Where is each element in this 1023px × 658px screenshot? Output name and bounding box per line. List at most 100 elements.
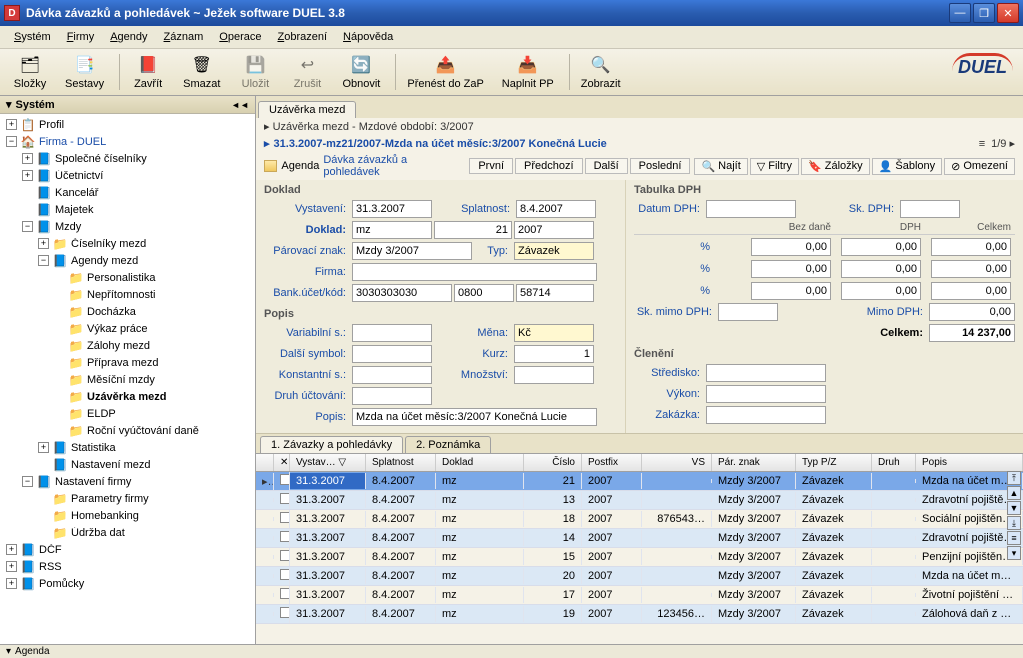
collapse-icon[interactable]: − <box>22 221 33 232</box>
checkbox[interactable] <box>280 550 290 561</box>
expand-icon[interactable]: + <box>22 170 33 181</box>
col-header[interactable]: Postfix <box>582 454 642 471</box>
menu-operace[interactable]: Operace <box>211 29 269 45</box>
menu-nápověda[interactable]: Nápověda <box>335 29 401 45</box>
col-header[interactable]: Popis <box>916 454 1023 471</box>
tree-item[interactable]: 📁Výkaz práce <box>0 320 255 337</box>
refresh-button[interactable]: 🔄Obnovit <box>335 51 387 93</box>
expand-icon[interactable]: + <box>38 442 49 453</box>
col-header[interactable]: Splatnost <box>366 454 436 471</box>
navigation-tree[interactable]: +📋Profil−🏠Firma - DUEL+📘Společné číselní… <box>0 114 255 644</box>
col-header[interactable]: Pár. znak <box>712 454 796 471</box>
kurz-input[interactable] <box>514 345 594 363</box>
ks-input[interactable] <box>352 366 432 384</box>
tool-šablony[interactable]: 👤Šablony <box>872 158 942 175</box>
table-row[interactable]: 31.3.20078.4.2007mz192007123456…Mzdy 3/2… <box>256 605 1023 624</box>
tree-item[interactable]: 📁Příprava mezd <box>0 354 255 371</box>
minimize-button[interactable]: — <box>949 3 971 23</box>
menu-agendy[interactable]: Agendy <box>102 29 155 45</box>
col-header[interactable]: Typ P/Z <box>796 454 872 471</box>
splatnost-input[interactable] <box>516 200 596 218</box>
menu-firmy[interactable]: Firmy <box>59 29 103 45</box>
table-row[interactable]: ▸31.3.20078.4.2007mz212007Mzdy 3/2007Záv… <box>256 472 1023 491</box>
nav-první[interactable]: První <box>469 158 513 174</box>
table-row[interactable]: 31.3.20078.4.2007mz152007Mzdy 3/2007Záva… <box>256 548 1023 567</box>
tree-item[interactable]: 📁Roční vyúčtování daně <box>0 422 255 439</box>
fill-pp-button[interactable]: 📥Naplnit PP <box>495 51 561 93</box>
tree-item[interactable]: 📘Nastavení mezd <box>0 456 255 473</box>
expand-icon[interactable]: + <box>38 238 49 249</box>
tree-item[interactable]: 📁Měsíční mzdy <box>0 371 255 388</box>
menu-záznam[interactable]: Záznam <box>156 29 212 45</box>
show-button[interactable]: 🔍Zobrazit <box>574 51 628 93</box>
mnozstvi-input[interactable] <box>514 366 594 384</box>
collapse-icon[interactable]: − <box>6 136 17 147</box>
grid-nav-icon[interactable]: ▼ <box>1007 501 1021 515</box>
checkbox[interactable] <box>280 588 290 599</box>
vystaveni-input[interactable] <box>352 200 432 218</box>
tab-uzaverka-mezd[interactable]: Uzávěrka mezd <box>258 101 356 118</box>
nav-předchozí[interactable]: Předchozí <box>515 158 583 174</box>
doklad-rok-input[interactable] <box>514 221 594 239</box>
tree-item[interactable]: 📁ELDP <box>0 405 255 422</box>
grid-tab-0[interactable]: 1. Závazky a pohledávky <box>260 436 403 453</box>
vs-input[interactable] <box>352 324 432 342</box>
tree-item[interactable]: +📋Profil <box>0 116 255 133</box>
sk-mimo-input[interactable] <box>718 303 778 321</box>
col-header[interactable]: Vystav… ▽ <box>290 454 366 471</box>
mena-input[interactable] <box>514 324 594 342</box>
expand-icon[interactable]: ▾ <box>6 646 11 657</box>
table-row[interactable]: 31.3.20078.4.2007mz182007876543…Mzdy 3/2… <box>256 510 1023 529</box>
popis-input[interactable] <box>352 408 597 426</box>
tree-item[interactable]: 📁Nepřítomnosti <box>0 286 255 303</box>
druh-input[interactable] <box>352 387 432 405</box>
checkbox[interactable] <box>280 607 290 618</box>
grid-nav-icon[interactable]: ≡ <box>1007 531 1021 545</box>
zakazka-input[interactable] <box>706 406 826 424</box>
mimo-dph-input[interactable] <box>929 303 1015 321</box>
expand-icon[interactable]: + <box>6 561 17 572</box>
tree-item[interactable]: 📁Uzávěrka mezd <box>0 388 255 405</box>
collapse-icon[interactable]: ▾ <box>6 98 12 111</box>
checkbox[interactable] <box>280 512 290 523</box>
nav-poslední[interactable]: Poslední <box>630 158 691 174</box>
parovaci-input[interactable] <box>352 242 472 260</box>
tree-item[interactable]: 📁Údržba dat <box>0 524 255 541</box>
tree-item[interactable]: −📘Agendy mezd <box>0 252 255 269</box>
bankucet-input[interactable] <box>352 284 452 302</box>
tool-filtry[interactable]: ▽Filtry <box>750 158 799 175</box>
pin-icon[interactable]: ◄◄ <box>231 100 249 110</box>
folders-button[interactable]: 🗂Složky <box>6 51 54 93</box>
checkbox[interactable] <box>280 493 290 504</box>
tree-item[interactable]: +📘Statistika <box>0 439 255 456</box>
checkbox[interactable] <box>280 531 290 542</box>
col-header[interactable]: Číslo <box>524 454 582 471</box>
vykon-input[interactable] <box>706 385 826 403</box>
table-row[interactable]: 31.3.20078.4.2007mz202007Mzdy 3/2007Záva… <box>256 567 1023 586</box>
doklad-kod-input[interactable] <box>352 221 432 239</box>
tree-item[interactable]: −📘Mzdy <box>0 218 255 235</box>
typ-input[interactable] <box>514 242 594 260</box>
col-header[interactable]: VS <box>642 454 712 471</box>
ds-input[interactable] <box>352 345 432 363</box>
grid-nav-icon[interactable]: ▾ <box>1007 546 1021 560</box>
page-counter-icon[interactable]: ≡ <box>979 138 985 150</box>
tree-item[interactable]: +📘Pomůcky <box>0 575 255 592</box>
grid-nav-icon[interactable]: ⤓ <box>1007 516 1021 530</box>
collapse-icon[interactable]: − <box>38 255 49 266</box>
reports-button[interactable]: 📑Sestavy <box>58 51 111 93</box>
tree-item[interactable]: 📁Parametry firmy <box>0 490 255 507</box>
tree-item[interactable]: 📁Personalistika <box>0 269 255 286</box>
tree-item[interactable]: 📁Docházka <box>0 303 255 320</box>
tree-item[interactable]: +📁Číselníky mezd <box>0 235 255 252</box>
tool-omezení[interactable]: ⊘Omezení <box>944 158 1015 175</box>
menu-zobrazení[interactable]: Zobrazení <box>270 29 336 45</box>
expand-icon[interactable]: + <box>6 119 17 130</box>
tree-item[interactable]: 📘Kancelář <box>0 184 255 201</box>
menu-systém[interactable]: Systém <box>6 29 59 45</box>
agenda-link[interactable]: Dávka závazků a pohledávek <box>323 154 459 178</box>
tool-záložky[interactable]: 🔖Záložky <box>801 158 870 175</box>
collapse-icon[interactable]: − <box>22 476 33 487</box>
doklad-cislo-input[interactable] <box>434 221 512 239</box>
tree-item[interactable]: −📘Nastavení firmy <box>0 473 255 490</box>
